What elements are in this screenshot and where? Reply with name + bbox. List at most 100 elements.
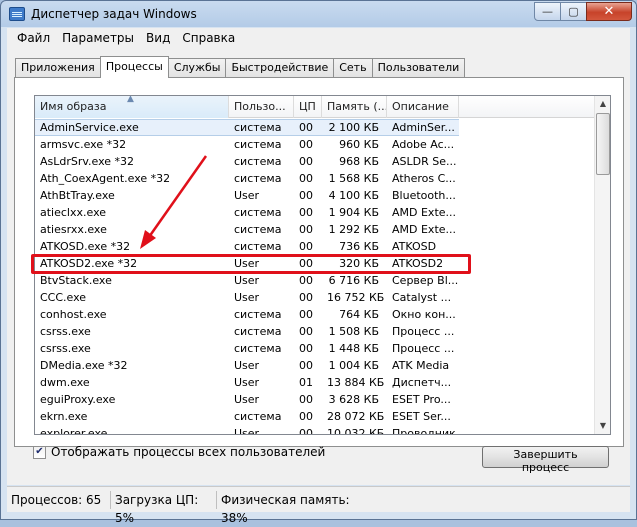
cell-description: AdminSer... [387, 119, 459, 136]
cell-image-name: csrss.exe [40, 342, 91, 355]
cell-description: Окно кон... [392, 308, 456, 321]
cell-user: система [234, 240, 282, 253]
cell-user: User [234, 257, 260, 270]
menu-help[interactable]: Справка [176, 31, 241, 45]
cell-description: Bluetooth... [392, 189, 456, 202]
table-row[interactable]: ATKOSD2.exe *32 User 00 320 КБ ATKOSD2 [35, 255, 596, 272]
column-image-name[interactable]: ▲ Имя образа [35, 96, 229, 118]
cell-image-name: BtvStack.exe [40, 274, 112, 287]
table-row[interactable]: csrss.exe система 00 1 508 КБ Процесс ... [35, 323, 596, 340]
cell-memory: 16 752 КБ [327, 291, 385, 304]
cell-image-name: ekrn.exe [40, 410, 88, 423]
cell-memory: 1 292 КБ [328, 223, 379, 236]
show-all-users-checkbox[interactable]: ✔ [33, 445, 46, 459]
cell-cpu: 00 [299, 342, 313, 355]
end-process-button[interactable]: Завершить процесс [482, 446, 609, 474]
table-row[interactable]: armsvc.exe *32 система 00 960 КБ Adobe Ac... [35, 136, 596, 153]
tab-services[interactable]: Службы [167, 58, 227, 77]
cell-cpu: 00 [299, 410, 313, 423]
client-area: Приложения Процессы Службы Быстродействи… [7, 48, 630, 485]
table-row[interactable]: explorer.exe User 00 10 032 КБ Проводник [35, 425, 596, 434]
cell-description: Catalyst ... [392, 291, 452, 304]
table-row[interactable]: AsLdrSrv.exe *32 система 00 968 КБ ASLDR Se.… [35, 153, 596, 170]
scroll-thumb[interactable] [596, 113, 610, 175]
cell-user: система [234, 342, 282, 355]
tab-performance[interactable]: Быстродействие [225, 58, 335, 77]
cell-cpu: 00 [299, 325, 313, 338]
cell-memory: 1 448 КБ [328, 342, 379, 355]
cell-user: User [234, 376, 260, 389]
cell-description: ATK Media [392, 359, 450, 372]
table-row[interactable]: BtvStack.exe User 00 6 716 КБ Сервер Bl... [35, 272, 596, 289]
cell-cpu: 01 [299, 376, 313, 389]
cell-description: Adobe Ac... [392, 138, 455, 151]
cell-memory: 6 716 КБ [328, 274, 379, 287]
cell-cpu: 00 [299, 308, 313, 321]
cell-cpu: 00 [299, 257, 313, 270]
table-row[interactable]: eguiProxy.exe User 00 3 628 КБ ESET Pro... [35, 391, 596, 408]
tab-network[interactable]: Сеть [333, 58, 373, 77]
column-description[interactable]: Описание [387, 96, 459, 118]
column-user[interactable]: Пользо... [229, 96, 294, 118]
cell-cpu: 00 [299, 291, 313, 304]
process-list[interactable]: ▲ Имя образа Пользо... ЦП Память (... Оп… [34, 95, 611, 435]
cell-description: Диспетч... [392, 376, 452, 389]
table-row[interactable]: CCC.exe User 00 16 752 КБ Catalyst ... [35, 289, 596, 306]
menu-options[interactable]: Параметры [56, 31, 140, 45]
show-all-users-label: Отображать процессы всех пользователей [51, 445, 326, 459]
tab-users[interactable]: Пользователи [371, 58, 466, 77]
cell-memory: 1 508 КБ [328, 325, 379, 338]
maximize-button[interactable]: ▢ [560, 2, 587, 21]
cell-image-name: AthBtTray.exe [40, 189, 115, 202]
cell-description: Процесс ... [392, 342, 455, 355]
cell-memory: 1 004 КБ [328, 359, 379, 372]
cell-memory: 2 100 КБ [322, 119, 387, 136]
menu-view[interactable]: Вид [140, 31, 176, 45]
task-manager-icon [9, 7, 25, 21]
scroll-down-icon[interactable]: ▼ [596, 418, 610, 434]
cell-user: User [234, 291, 260, 304]
close-button[interactable]: ✕ [586, 2, 632, 21]
tab-processes[interactable]: Процессы [99, 56, 169, 78]
vertical-scrollbar[interactable]: ▲ ▼ [594, 96, 610, 434]
table-row[interactable]: ATKOSD.exe *32 система 00 736 КБ ATKOSD [35, 238, 596, 255]
table-row[interactable]: csrss.exe система 00 1 448 КБ Процесс ... [35, 340, 596, 357]
cell-user: система [234, 206, 282, 219]
cell-user: User [234, 274, 260, 287]
scroll-up-icon[interactable]: ▲ [596, 96, 610, 112]
column-cpu[interactable]: ЦП [294, 96, 322, 118]
cell-user: User [234, 359, 260, 372]
cell-memory: 736 КБ [339, 240, 379, 253]
table-row[interactable]: atiesrxx.exe система 00 1 292 КБ AMD Exte... [35, 221, 596, 238]
table-row[interactable]: dwm.exe User 01 13 884 КБ Диспетч... [35, 374, 596, 391]
cell-image-name: ATKOSD.exe *32 [40, 240, 131, 253]
cell-user: система [234, 410, 282, 423]
cell-description: ESET Pro... [392, 393, 451, 406]
cell-memory: 960 КБ [339, 138, 379, 151]
cell-description: Процесс ... [392, 325, 455, 338]
cell-image-name: dwm.exe [40, 376, 90, 389]
menu-file[interactable]: Файл [11, 31, 56, 45]
cell-cpu: 00 [299, 240, 313, 253]
table-row[interactable]: conhost.exe система 00 764 КБ Окно кон... [35, 306, 596, 323]
table-row[interactable]: DMedia.exe *32 User 00 1 004 КБ ATK Media [35, 357, 596, 374]
cell-memory: 1 568 КБ [328, 172, 379, 185]
table-row[interactable]: ekrn.exe система 00 28 072 КБ ESET Ser... [35, 408, 596, 425]
column-label: Имя образа [40, 100, 107, 113]
column-memory[interactable]: Память (... [322, 96, 387, 118]
title-bar[interactable]: Диспетчер задач Windows — ▢ ✕ [1, 1, 636, 28]
table-row[interactable]: AthBtTray.exe User 00 4 100 КБ Bluetooth... [35, 187, 596, 204]
cell-image-name: ATKOSD2.exe *32 [40, 257, 138, 270]
cell-user: система [229, 119, 294, 136]
cell-cpu: 00 [294, 119, 322, 136]
tab-applications[interactable]: Приложения [15, 58, 101, 77]
cell-image-name: AdminService.exe [35, 119, 229, 136]
cell-user: система [234, 223, 282, 236]
minimize-button[interactable]: — [534, 2, 561, 21]
table-row[interactable]: AdminService.exe система 00 2 100 КБ AdminSe… [35, 119, 596, 136]
show-all-users-option[interactable]: ✔ Отображать процессы всех пользователей [33, 445, 325, 459]
cell-memory: 3 628 КБ [328, 393, 379, 406]
table-row[interactable]: Ath_CoexAgent.exe *32 система 00 1 568 КБ At… [35, 170, 596, 187]
table-row[interactable]: atieclxx.exe система 00 1 904 КБ AMD Exte... [35, 204, 596, 221]
cell-image-name: atieclxx.exe [40, 206, 107, 219]
